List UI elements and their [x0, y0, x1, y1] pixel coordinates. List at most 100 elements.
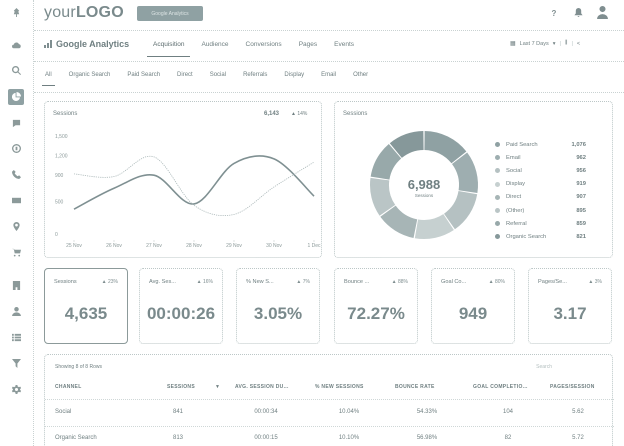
- tab-pages[interactable]: Pages: [299, 41, 317, 48]
- channel-tab-organic-search[interactable]: Organic Search: [69, 72, 111, 78]
- sidebar-item-analytics[interactable]: [8, 89, 24, 105]
- kpi-delta: ▲ 88%: [391, 279, 408, 285]
- legend-value: 919: [576, 181, 586, 188]
- share-icon[interactable]: <: [577, 41, 580, 47]
- sidebar-item-person[interactable]: [8, 304, 24, 320]
- kpi-card[interactable]: Bounce ... ▲ 88% 72.27%: [334, 268, 418, 344]
- column-header[interactable]: AVG. SESSION DU...: [235, 384, 289, 390]
- channel-tab-all[interactable]: All: [42, 72, 55, 86]
- sidebar-item-settings[interactable]: [8, 382, 24, 398]
- table-search-input[interactable]: Search: [536, 364, 552, 370]
- column-header[interactable]: BOUNCE RATE: [395, 384, 435, 390]
- kpi-label: % New S...: [246, 279, 274, 285]
- legend-label: (Other): [506, 207, 525, 214]
- kpi-card[interactable]: Avg. Ses... ▲ 16% 00:00:26: [139, 268, 223, 344]
- kpi-delta: ▲ 7%: [296, 279, 310, 285]
- legend-item[interactable]: Direct 907: [495, 191, 586, 204]
- table-cell: 10.04%: [338, 409, 360, 415]
- channel-name[interactable]: Social: [55, 409, 71, 415]
- legend-swatch: [495, 142, 500, 148]
- sidebar-item-search[interactable]: [8, 63, 24, 79]
- sidebar-item-globe[interactable]: [8, 141, 24, 157]
- kpi-value: 00:00:26: [146, 304, 216, 323]
- channel-tab-paid-search[interactable]: Paid Search: [127, 72, 160, 78]
- column-header[interactable]: PAGES/SESSION: [550, 384, 595, 390]
- sidebar-item-list[interactable]: [8, 330, 24, 346]
- chevron-down-icon[interactable]: ▾: [553, 41, 556, 47]
- header-button[interactable]: Google Analytics: [137, 6, 203, 21]
- column-header[interactable]: CHANNEL: [55, 384, 82, 390]
- x-tick-label: 1 Dec: [307, 243, 321, 249]
- legend-label: Paid Search: [506, 141, 538, 148]
- tab-events[interactable]: Events: [334, 41, 354, 48]
- legend-value: 962: [576, 154, 586, 161]
- legend-item[interactable]: Email 962: [495, 151, 586, 164]
- legend-swatch: [495, 221, 500, 227]
- legend-value: 956: [576, 167, 586, 174]
- donut-legend: Paid Search 1,076 Email 962 Social 956 Display…: [495, 138, 586, 244]
- mail-icon: [11, 196, 21, 207]
- channel-tab-social[interactable]: Social: [210, 72, 226, 78]
- legend-item[interactable]: Display 919: [495, 178, 586, 191]
- legend-item[interactable]: Paid Search 1,076: [495, 138, 586, 151]
- legend-item[interactable]: Organic Search 821: [495, 230, 586, 243]
- channel-tab-email[interactable]: Email: [321, 72, 336, 78]
- series-line-1[interactable]: [73, 155, 315, 210]
- legend-item[interactable]: Social 956: [495, 164, 586, 177]
- kpi-card[interactable]: Sessions ▲ 23% 4,635: [44, 268, 128, 344]
- date-controls: ▦ Last 7 Days ▾ | ⫼ | <: [510, 40, 580, 47]
- tab-conversions[interactable]: Conversions: [246, 41, 282, 48]
- kpi-delta: ▲ 3%: [588, 279, 602, 285]
- cart-icon: [11, 248, 21, 259]
- sidebar-item-mail[interactable]: [8, 193, 24, 209]
- sidebar-item-cloud[interactable]: [8, 38, 24, 54]
- kpi-label: Bounce ...: [344, 279, 370, 285]
- legend-item[interactable]: (Other) 895: [495, 204, 586, 217]
- line-chart: 0 500 900 1,200 1,500 25 Nov 26 Nov 27 Nov 28 No…: [55, 134, 321, 249]
- channel-tab-referrals[interactable]: Referrals: [243, 72, 267, 78]
- column-header[interactable]: SESSIONS: [167, 384, 195, 390]
- sort-desc-icon[interactable]: ▼: [215, 384, 220, 390]
- help-button[interactable]: ?: [549, 8, 559, 18]
- notifications-button[interactable]: [573, 7, 583, 19]
- columns-icon[interactable]: ⫼: [565, 40, 568, 47]
- sidebar-item-building[interactable]: [8, 278, 24, 294]
- channel-name[interactable]: Organic Search: [55, 435, 97, 441]
- kpi-card[interactable]: % New S... ▲ 7% 3.05%: [236, 268, 320, 344]
- tab-acquisition[interactable]: Acquisition: [146, 41, 191, 57]
- separator: |: [571, 40, 573, 47]
- kpi-delta: ▲ 80%: [488, 279, 505, 285]
- channel-tab-other[interactable]: Other: [353, 72, 368, 78]
- kpi-value: 72.27%: [347, 304, 405, 323]
- series-line-2[interactable]: [73, 155, 315, 217]
- sidebar-item-pin[interactable]: [8, 5, 24, 21]
- location-icon: [12, 221, 21, 233]
- chat-icon: [12, 119, 21, 130]
- legend-swatch: [495, 168, 500, 174]
- logo[interactable]: yourLOGO: [44, 4, 124, 22]
- column-header[interactable]: GOAL COMPLETIO...: [473, 384, 528, 390]
- channel-tab-display[interactable]: Display: [284, 72, 304, 78]
- analytics-logo-icon: [44, 40, 52, 48]
- legend-item[interactable]: Referral 859: [495, 217, 586, 230]
- table-cell: 00:00:15: [254, 435, 278, 441]
- sidebar-item-phone[interactable]: [8, 167, 24, 183]
- avatar[interactable]: [596, 5, 608, 20]
- sidebar-item-location[interactable]: [8, 219, 24, 235]
- date-range-select[interactable]: Last 7 Days: [520, 41, 549, 47]
- header-divider: [45, 399, 614, 400]
- list-icon: [11, 333, 21, 344]
- tab-audience[interactable]: Audience: [201, 41, 228, 48]
- table-cell: 82: [504, 435, 512, 441]
- sidebar-item-chat[interactable]: [8, 116, 24, 132]
- channel-tab-direct[interactable]: Direct: [177, 72, 193, 78]
- search-icon: [11, 65, 21, 77]
- globe-icon: [11, 143, 21, 155]
- row-divider: [45, 426, 614, 427]
- kpi-card[interactable]: Pages/Se... ▲ 3% 3.17: [528, 268, 612, 344]
- sidebar-item-cart[interactable]: [8, 245, 24, 261]
- kpi-card[interactable]: Goal Co... ▲ 80% 949: [431, 268, 515, 344]
- sidebar-item-filter[interactable]: [8, 356, 24, 372]
- column-header[interactable]: % NEW SESSIONS: [315, 384, 364, 390]
- bell-icon: [573, 7, 583, 19]
